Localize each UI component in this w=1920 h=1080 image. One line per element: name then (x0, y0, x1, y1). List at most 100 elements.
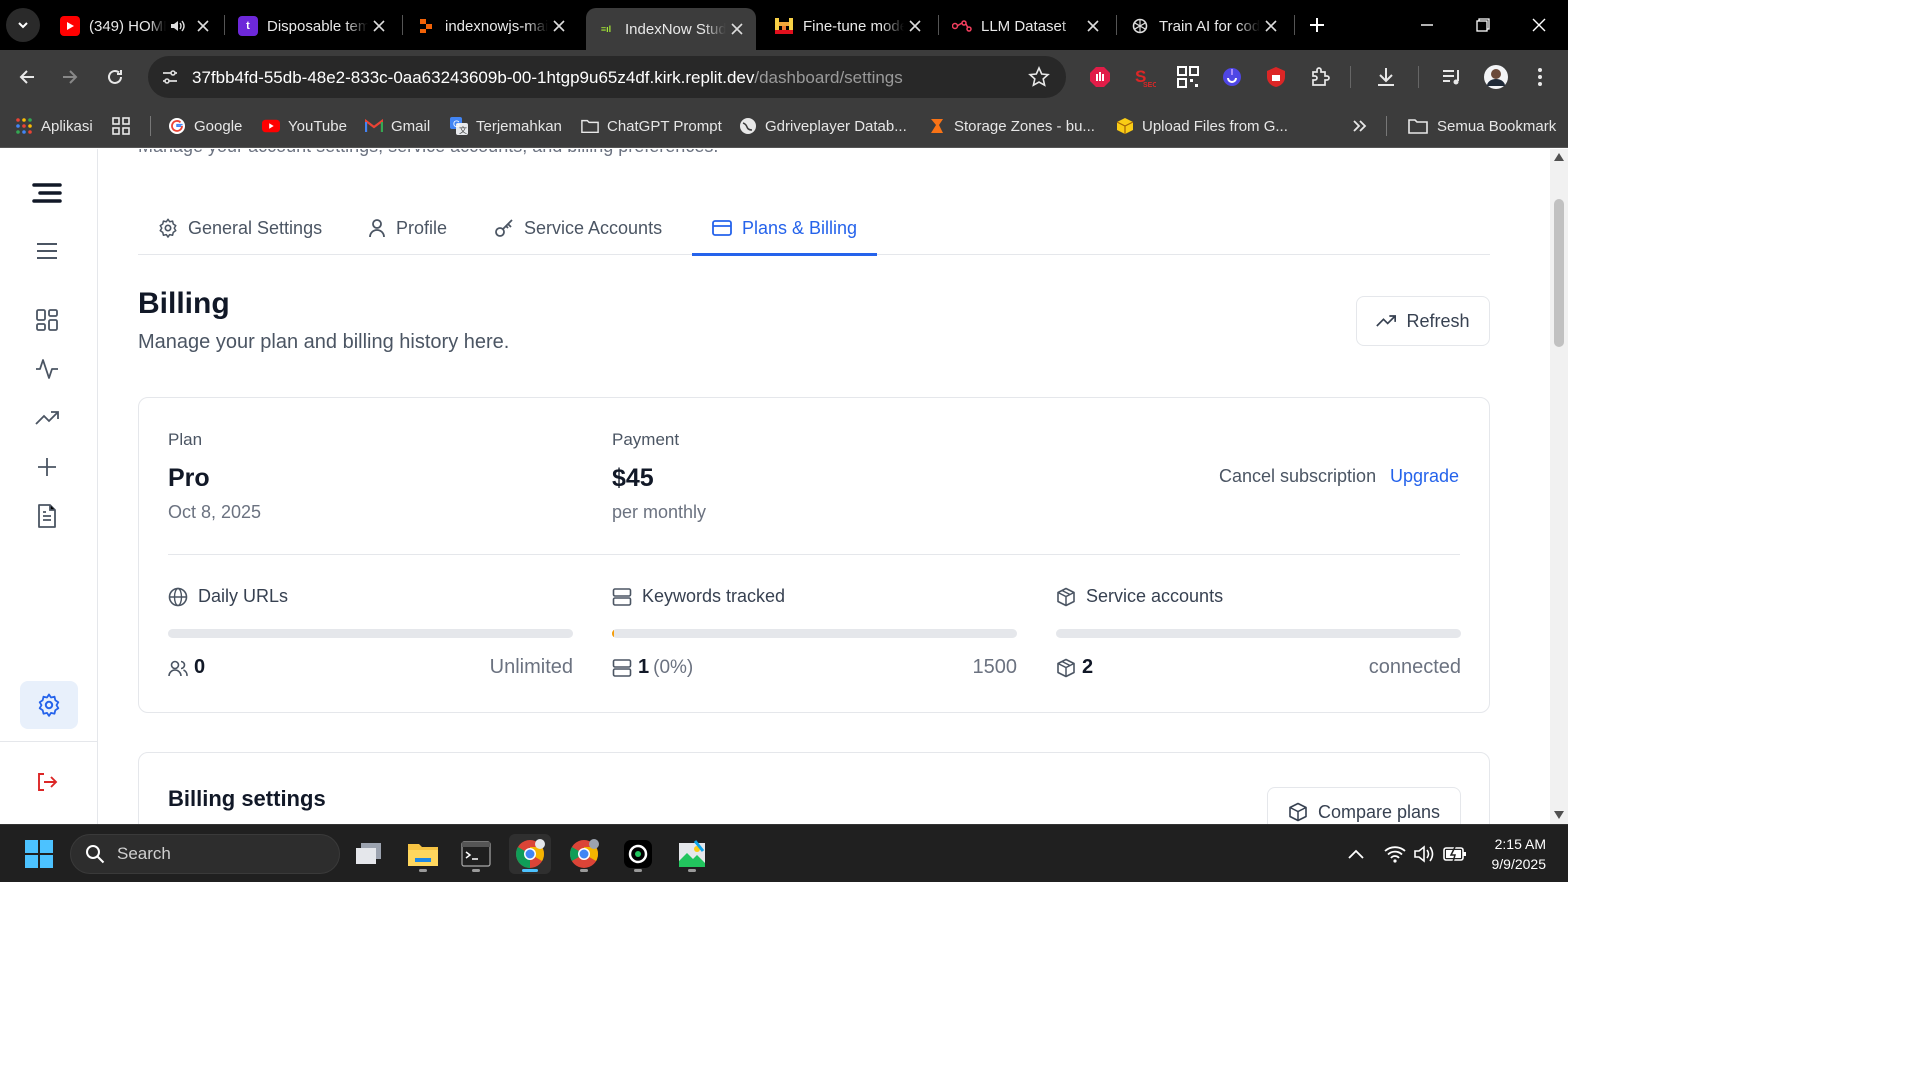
taskbar-search[interactable]: Search (70, 834, 340, 874)
forward-button[interactable] (54, 61, 86, 93)
address-bar[interactable]: 37fbb4fd-55db-48e2-833c-0aa63243609b-00-… (148, 56, 1066, 98)
new-tab-button[interactable] (1302, 10, 1332, 40)
show-hidden-icons-button[interactable] (1344, 842, 1368, 866)
nav-rankings[interactable] (30, 401, 64, 435)
back-button[interactable] (11, 61, 43, 93)
bookmark-youtube[interactable]: YouTube (262, 112, 347, 140)
tab-title: Disposable temp mail (267, 17, 368, 35)
gear-icon (158, 218, 178, 238)
tab-profile[interactable]: Profile (348, 201, 467, 255)
browser-toolbar: 37fbb4fd-55db-48e2-833c-0aa63243609b-00-… (0, 50, 1568, 104)
terminal-app[interactable] (455, 834, 497, 874)
browser-tab[interactable]: t Disposable temp mail (228, 6, 398, 46)
site-info-icon[interactable] (160, 67, 180, 87)
minimize-button[interactable] (1412, 10, 1442, 40)
browser-tab[interactable]: LLM Dataset (942, 6, 1112, 46)
upgrade-link[interactable]: Upgrade (1390, 466, 1459, 487)
bookmark-upload-files[interactable]: Upload Files from G... (1116, 112, 1288, 140)
close-tab-icon[interactable] (904, 15, 926, 37)
nav-settings[interactable] (20, 681, 78, 729)
menu-toggle-button[interactable] (30, 234, 64, 268)
keywords-progress (612, 629, 1017, 638)
nav-activity[interactable] (30, 352, 64, 386)
ai-extension-icon[interactable] (1218, 63, 1246, 91)
qr-code-extension-icon[interactable] (1174, 63, 1202, 91)
security-extension-icon[interactable] (1262, 63, 1290, 91)
hamburger-icon (37, 243, 57, 259)
settings-tabs: General Settings Profile Service Account… (138, 201, 1490, 256)
image-editor-app[interactable] (671, 834, 713, 874)
bookmark-gmail[interactable]: Gmail (365, 112, 430, 140)
close-tab-icon[interactable] (192, 15, 214, 37)
url-host: 37fbb4fd-55db-48e2-833c-0aa63243609b-00-… (192, 68, 755, 87)
bookmark-aplikasi[interactable]: Aplikasi (15, 112, 93, 140)
scroll-up-icon[interactable] (1554, 153, 1564, 161)
box-icon (1116, 117, 1134, 135)
more-bookmarks-button[interactable] (1350, 112, 1376, 140)
wifi-icon[interactable] (1383, 842, 1407, 866)
scroll-down-icon[interactable] (1554, 811, 1564, 819)
task-view-button[interactable] (348, 834, 390, 874)
chatgpt-app[interactable] (617, 834, 659, 874)
chrome-app-profile[interactable] (563, 834, 605, 874)
browser-tab-active[interactable]: ≡ıl IndexNow Studio (586, 8, 756, 50)
daily-urls-usage-title: Daily URLs (168, 586, 288, 607)
close-tab-icon[interactable] (548, 15, 570, 37)
service-accounts-count: 2 (1082, 656, 1094, 678)
battery-icon[interactable] (1443, 842, 1467, 866)
tab-plans-billing[interactable]: Plans & Billing (692, 201, 878, 256)
svg-text:SEO: SEO (1143, 82, 1156, 89)
speaker-icon[interactable] (166, 15, 188, 37)
bookmark-storage-zones[interactable]: Storage Zones - bu... (928, 112, 1095, 140)
media-control-icon[interactable] (1438, 63, 1466, 91)
browser-menu-icon[interactable] (1526, 63, 1554, 91)
refresh-button[interactable]: Refresh (1356, 296, 1490, 346)
close-window-button[interactable] (1524, 10, 1554, 40)
close-tab-icon[interactable] (368, 15, 390, 37)
all-bookmarks-button[interactable]: Semua Bookmark (1407, 112, 1556, 140)
page-scrollbar[interactable] (1550, 149, 1568, 824)
bookmark-gdriveplayer[interactable]: Gdriveplayer Datab... (739, 112, 907, 140)
scrollbar-thumb[interactable] (1554, 199, 1564, 347)
windows-logo-icon (25, 840, 53, 868)
restore-button[interactable] (1468, 10, 1498, 40)
extensions-puzzle-icon[interactable] (1306, 63, 1334, 91)
tab-service-accounts[interactable]: Service Accounts (474, 201, 682, 255)
close-tab-icon[interactable] (1082, 15, 1104, 37)
browser-tab[interactable]: (349) HOME (50, 6, 222, 46)
chrome-app-active[interactable] (509, 834, 551, 874)
logout-button[interactable] (30, 765, 64, 799)
tab-search-button[interactable] (6, 8, 40, 42)
volume-icon[interactable] (1412, 842, 1436, 866)
plan-date: Oct 8, 2025 (168, 502, 262, 522)
trending-up-icon (1376, 313, 1397, 329)
profile-avatar[interactable] (1482, 63, 1510, 91)
tab-groups-icon (112, 117, 130, 135)
app-logo[interactable] (30, 176, 64, 210)
tab-general-settings[interactable]: General Settings (138, 201, 342, 255)
bookmark-chatgpt-prompt[interactable]: ChatGPT Prompt (581, 112, 722, 140)
bookmark-google[interactable]: Google (168, 112, 242, 140)
bookmark-terjemahkan[interactable]: G文 Terjemahkan (450, 112, 562, 140)
nav-reports[interactable] (30, 499, 64, 533)
tab-groups-button[interactable] (112, 112, 138, 140)
taskbar-clock[interactable]: 2:15 AM 9/9/2025 (1492, 834, 1547, 874)
reload-button[interactable] (99, 61, 131, 93)
start-button[interactable] (18, 834, 60, 874)
adblock-extension-icon[interactable] (1086, 63, 1114, 91)
close-tab-icon[interactable] (726, 18, 748, 40)
browser-tab[interactable]: Fine-tune models (764, 6, 934, 46)
bookmark-star-icon[interactable] (1028, 66, 1050, 88)
nav-add[interactable] (30, 450, 64, 484)
close-tab-icon[interactable] (1260, 15, 1282, 37)
download-icon[interactable] (1372, 63, 1400, 91)
nav-dashboard[interactable] (30, 303, 64, 337)
seo-extension-icon[interactable]: S SEO (1130, 63, 1158, 91)
cancel-subscription-link[interactable]: Cancel subscription (1219, 466, 1376, 487)
tab-label: General Settings (188, 217, 323, 238)
browser-tab[interactable]: Train AI for code (1120, 6, 1290, 46)
browser-tab[interactable]: indexnowjs-main (406, 6, 578, 46)
compare-plans-button[interactable]: Compare plans (1267, 787, 1461, 824)
browser-tab-bar: (349) HOME t Disposable temp mail indexn… (0, 0, 1568, 50)
file-explorer-app[interactable] (402, 834, 444, 874)
